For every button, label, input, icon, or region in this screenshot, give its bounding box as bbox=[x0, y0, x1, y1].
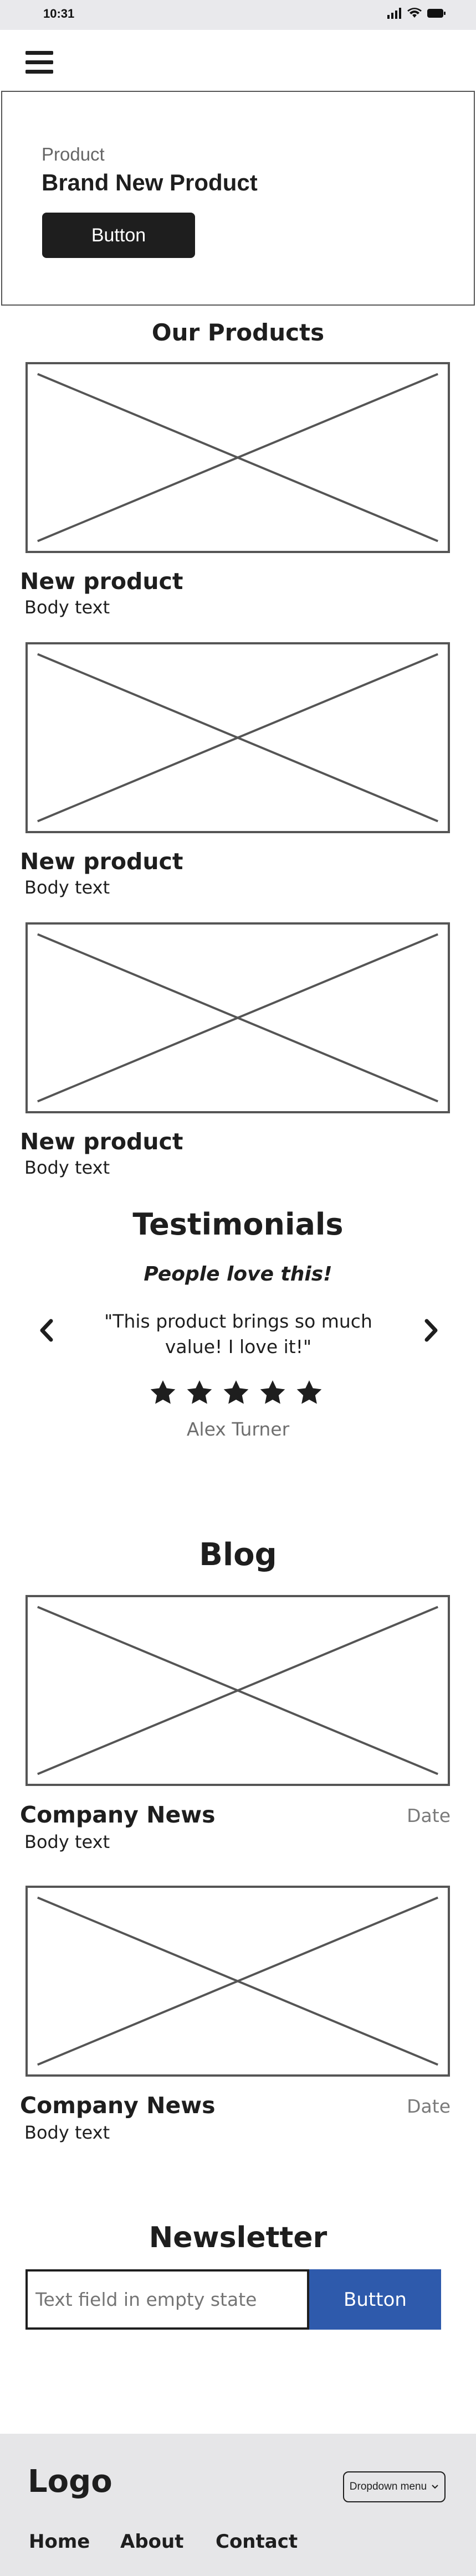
wifi-icon bbox=[407, 8, 422, 18]
product-image-placeholder bbox=[25, 362, 450, 553]
blog-image-placeholder bbox=[25, 1595, 450, 1786]
blog-section-title: Blog bbox=[199, 1537, 277, 1573]
blog-post-date: Date bbox=[407, 1805, 451, 1826]
hero-eyebrow: Product bbox=[42, 144, 105, 164]
footer-link-contact[interactable]: Contact bbox=[216, 2531, 298, 2553]
chevron-left-icon[interactable] bbox=[35, 1317, 58, 1344]
top-nav-bar bbox=[0, 30, 476, 91]
product-body: Body text bbox=[24, 597, 110, 618]
newsletter-section-title: Newsletter bbox=[149, 2221, 327, 2254]
star-icon bbox=[150, 1380, 176, 1404]
footer-links: Home About Contact bbox=[29, 2531, 298, 2553]
blog-post-body: Body text bbox=[24, 2122, 110, 2143]
star-icon bbox=[296, 1380, 322, 1404]
product-title: New product bbox=[20, 848, 183, 875]
status-icons bbox=[387, 8, 446, 19]
products-section-title: Our Products bbox=[151, 319, 325, 346]
newsletter-submit-button[interactable]: Button bbox=[309, 2269, 441, 2330]
hero-button[interactable]: Button bbox=[42, 213, 195, 258]
blog-post-date: Date bbox=[407, 2095, 451, 2117]
footer-link-about[interactable]: About bbox=[120, 2531, 216, 2553]
star-icon bbox=[260, 1380, 285, 1404]
chevron-right-icon[interactable] bbox=[420, 1317, 442, 1344]
battery-icon bbox=[427, 9, 446, 18]
product-body: Body text bbox=[24, 877, 110, 898]
blog-post-title[interactable]: Company News bbox=[20, 2092, 216, 2119]
chevron-down-icon bbox=[432, 2485, 438, 2489]
hero-banner: Product Brand New Product Button bbox=[1, 91, 475, 306]
hamburger-menu-icon[interactable] bbox=[25, 51, 53, 74]
testimonial-quote: "This product brings so much value! I lo… bbox=[104, 1310, 372, 1357]
product-body: Body text bbox=[24, 1157, 110, 1178]
product-image-placeholder bbox=[25, 922, 450, 1113]
testimonials-subtitle: People love this! bbox=[144, 1263, 332, 1286]
signal-icon bbox=[387, 8, 401, 19]
blog-image-placeholder bbox=[25, 1886, 450, 2077]
testimonial-author: Alex Turner bbox=[186, 1418, 290, 1440]
footer-logo[interactable]: Logo bbox=[28, 2464, 112, 2500]
star-icon bbox=[223, 1380, 249, 1404]
dropdown-label: Dropdown menu bbox=[349, 2481, 427, 2492]
product-title: New product bbox=[20, 1128, 183, 1155]
status-bar: 10:31 bbox=[0, 0, 476, 30]
footer-link-home[interactable]: Home bbox=[29, 2531, 120, 2553]
star-icon bbox=[187, 1380, 212, 1404]
newsletter-email-input[interactable] bbox=[25, 2269, 309, 2330]
footer-dropdown-menu[interactable]: Dropdown menu bbox=[343, 2471, 446, 2502]
footer: Logo Dropdown menu Home About Contact bbox=[0, 2434, 476, 2576]
star-rating bbox=[149, 1379, 324, 1407]
product-title: New product bbox=[20, 568, 183, 595]
blog-post-body: Body text bbox=[24, 1831, 110, 1852]
status-time: 10:31 bbox=[43, 7, 75, 20]
blog-post-title[interactable]: Company News bbox=[20, 1801, 216, 1828]
hero-title: Brand New Product bbox=[42, 169, 258, 195]
product-image-placeholder bbox=[25, 642, 450, 833]
testimonials-section-title: Testimonials bbox=[132, 1207, 344, 1242]
